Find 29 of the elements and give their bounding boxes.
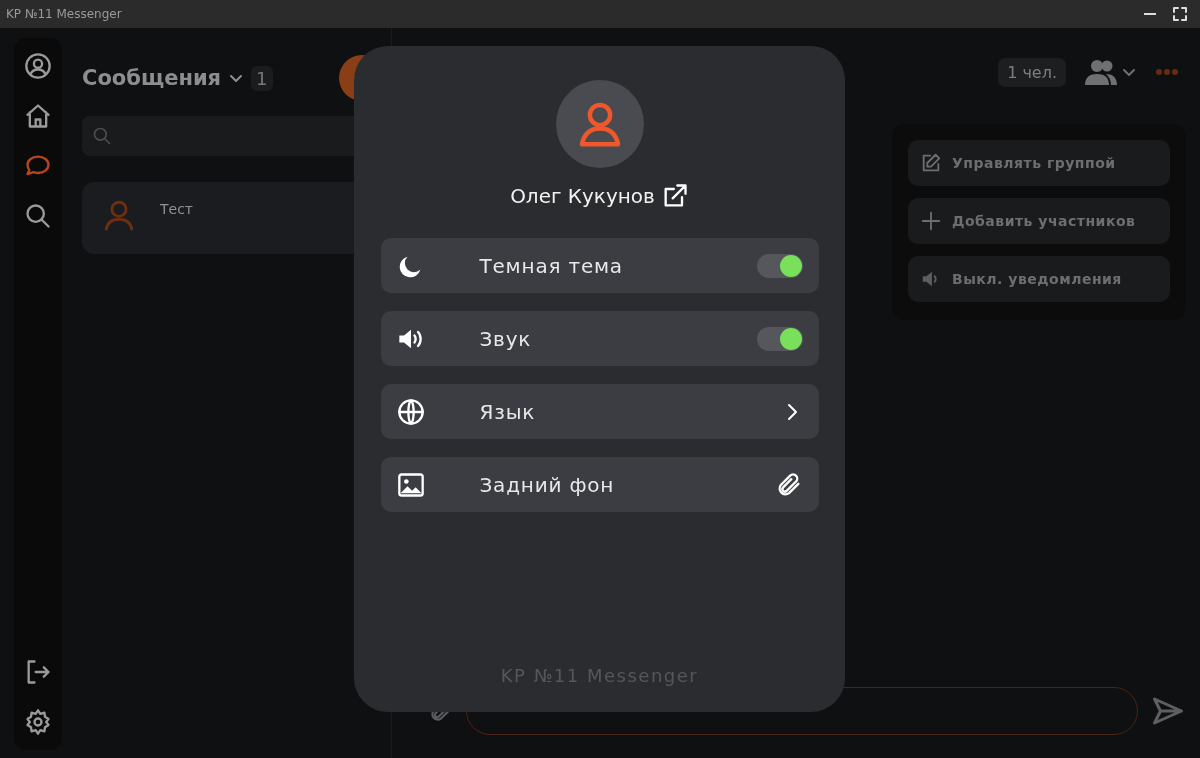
search-icon — [92, 126, 112, 146]
toggle-switch[interactable] — [756, 253, 803, 278]
window-title: KP №11 Messenger — [6, 7, 122, 21]
toggle-switch[interactable] — [756, 326, 803, 351]
user-circle-icon[interactable] — [24, 52, 52, 80]
profile-name: Олег Кукунов — [510, 184, 655, 208]
globe-icon — [396, 397, 425, 426]
settings-row[interactable]: Звук — [380, 311, 819, 366]
group-icon — [1084, 58, 1118, 86]
settings-row[interactable]: Задний фон — [380, 457, 819, 512]
search-icon[interactable] — [24, 202, 52, 230]
setting-label: Звук — [479, 326, 533, 351]
setting-label: Темная тема — [479, 253, 624, 278]
member-count: 1 чел. — [998, 57, 1066, 87]
list-title: Сообщения — [82, 66, 222, 90]
chat-name: Тест — [160, 201, 194, 217]
settings-row[interactable]: Язык — [380, 384, 819, 439]
user-icon — [102, 198, 136, 232]
setting-label: Язык — [479, 399, 537, 424]
maximize-icon[interactable] — [1172, 6, 1188, 22]
chat-count: 1 — [251, 65, 273, 91]
image-icon — [396, 470, 425, 499]
setting-label: Задний фон — [479, 472, 616, 497]
edit-icon — [920, 152, 942, 174]
settings-icon[interactable] — [24, 708, 52, 736]
plus-icon — [920, 210, 942, 232]
members-button[interactable] — [1084, 58, 1136, 86]
home-icon[interactable] — [24, 102, 52, 130]
settings-row[interactable]: Темная тема — [380, 238, 819, 293]
